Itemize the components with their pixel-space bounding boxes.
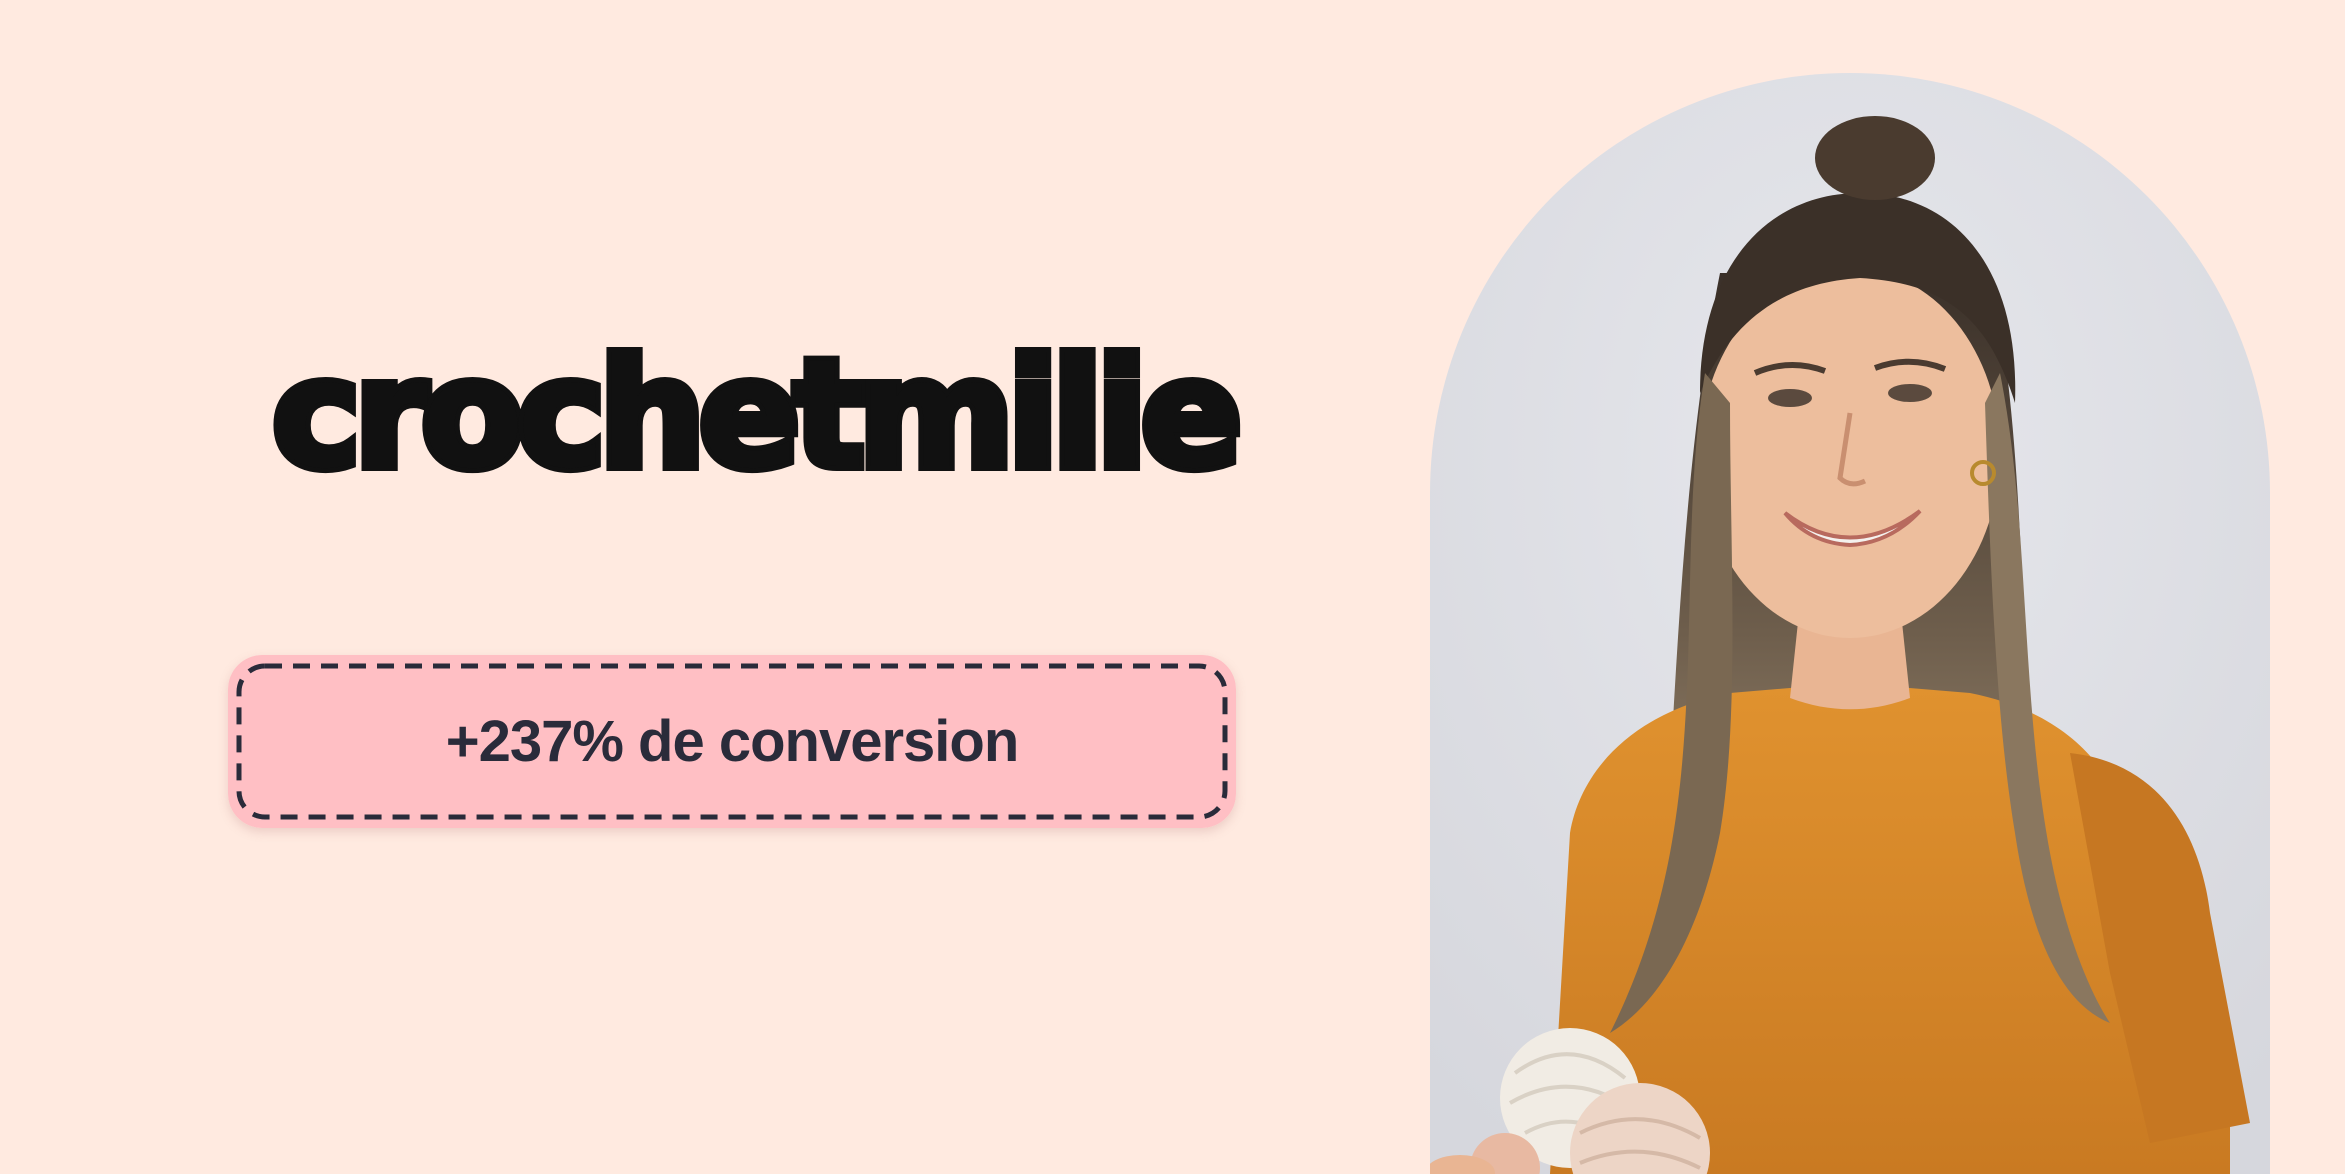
brand-name: crochetmilie (267, 328, 1247, 502)
conversion-badge: +237% de conversion (228, 655, 1236, 828)
woman-holding-yarn-photo-icon (1430, 73, 2270, 1174)
portrait-photo (1430, 73, 2270, 1174)
conversion-stat: +237% de conversion (445, 709, 1020, 774)
brand-logo: crochetmilie (267, 300, 1247, 530)
